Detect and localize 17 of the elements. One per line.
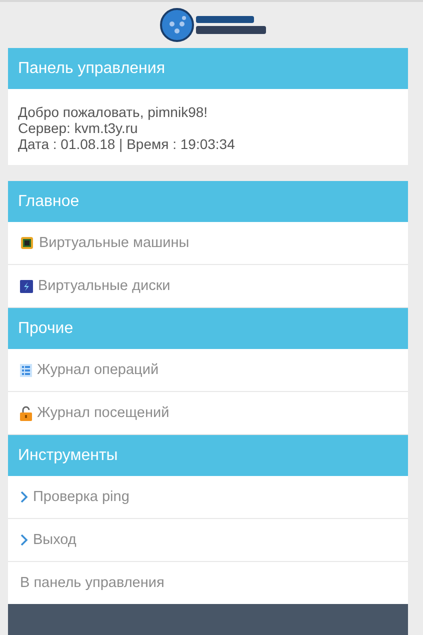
list-icon (20, 364, 32, 376)
chip-icon (20, 236, 34, 250)
section-title: Инструменты (18, 446, 118, 464)
info-text: Сервер: kvm.t3y.ru (18, 120, 139, 136)
panel-title: Панель управления (18, 60, 165, 78)
chevron-icon (20, 491, 28, 503)
chevron-icon (20, 534, 28, 546)
section-title: Прочие (18, 320, 74, 338)
back-link[interactable]: В панель управления (8, 562, 408, 604)
menu-item[interactable]: Выход (8, 519, 408, 562)
menu-item[interactable]: Журнал операций (8, 349, 408, 392)
lock-icon (20, 406, 32, 420)
section-title: Главное (18, 192, 80, 210)
info-text: Дата : 01.08.18 | Время : 19:03:34 (18, 136, 236, 152)
menu-item[interactable]: Виртуальные машины (8, 222, 408, 265)
info-text: Добро пожаловать, pimnik98! (18, 104, 209, 120)
menu-item[interactable]: Проверка ping (8, 476, 408, 519)
